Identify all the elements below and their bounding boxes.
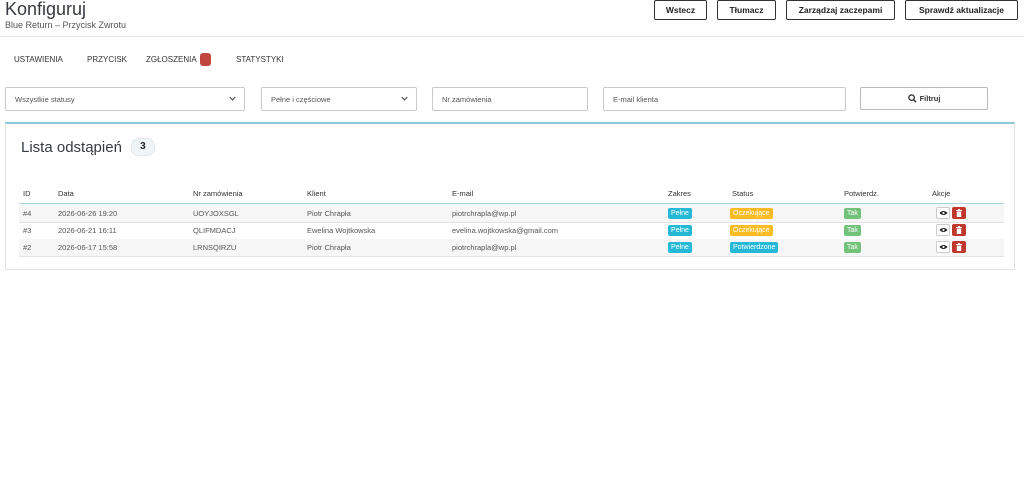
view-button[interactable] <box>936 224 950 236</box>
column-scope: Zakres <box>668 189 691 198</box>
status-select-value: Wszystkie statusy <box>15 94 75 104</box>
column-client: Klient <box>307 189 326 198</box>
column-confirmed: Potwierdz. <box>844 189 880 198</box>
trash-icon <box>956 226 962 234</box>
manage-hooks-button[interactable]: Zarządzaj zaczepami <box>786 0 895 20</box>
table-row: #4 2026-06-26 19:20 UOYJOXSGL Piotr Chra… <box>19 205 1004 223</box>
row-order: UOYJOXSGL <box>193 209 239 218</box>
search-icon <box>907 94 917 103</box>
scope-badge: Pełne <box>668 242 692 253</box>
column-status: Status <box>732 189 754 198</box>
status-badge: Potwierdzone <box>730 242 779 253</box>
confirmed-badge: Tak <box>844 242 861 253</box>
row-date: 2026-06-17 15:58 <box>58 243 118 252</box>
list-count-badge: 3 <box>130 138 155 156</box>
eye-icon <box>938 244 948 250</box>
filter-button-label: Filtruj <box>919 94 941 103</box>
scope-select-value: Pełne i częściowe <box>271 94 331 104</box>
delete-button[interactable] <box>952 207 966 219</box>
row-date: 2026-06-26 19:20 <box>58 209 118 218</box>
column-order: Nr zamówienia <box>193 189 243 198</box>
tab-settings[interactable]: USTAWIENIA <box>14 50 63 68</box>
scope-badge: Pełne <box>668 225 692 236</box>
tab-stats-label: STATYSTYKI <box>236 54 284 64</box>
scope-badge: Pełne <box>668 208 692 219</box>
view-button[interactable] <box>936 241 950 253</box>
confirmed-badge: Tak <box>844 225 861 236</box>
chevron-down-icon <box>401 96 408 101</box>
column-actions: Akcje <box>932 189 951 198</box>
tab-requests[interactable]: ZGŁOSZENIA <box>146 50 211 68</box>
eye-icon <box>938 210 948 216</box>
table-row: #3 2026-06-21 16:11 QLIFMDACJ Ewelina Wo… <box>19 222 1004 240</box>
row-id: #2 <box>23 243 32 252</box>
row-client: Ewelina Wojtkowska <box>307 226 376 235</box>
row-date: 2026-06-21 16:11 <box>58 226 117 235</box>
delete-button[interactable] <box>952 224 966 236</box>
page-title: Konfiguruj <box>5 0 87 19</box>
row-id: #3 <box>23 226 32 235</box>
row-order: LRNSQIRZU <box>193 243 237 252</box>
client-email-input[interactable]: E-mail klienta <box>603 87 846 111</box>
row-email: piotrchrapla@wp.pl <box>452 243 517 252</box>
column-date: Data <box>58 189 74 198</box>
withdrawals-panel: Lista odstąpień 3 ID Data Nr zamówienia … <box>5 122 1015 270</box>
row-client: Piotr Chrapła <box>307 209 351 218</box>
chevron-down-icon <box>229 96 236 101</box>
status-select[interactable]: Wszystkie statusy <box>5 87 245 111</box>
row-id: #4 <box>23 209 32 218</box>
filter-button[interactable]: Filtruj <box>860 87 988 110</box>
page-header: Konfiguruj Blue Return – Przycisk Zwrotu… <box>0 0 1024 37</box>
row-email: evelina.wojtkowska@gmail.com <box>452 226 558 235</box>
view-button[interactable] <box>936 207 950 219</box>
tab-button[interactable]: PRZYCISK <box>87 50 127 68</box>
row-email: piotrchrapla@wp.pl <box>452 209 517 218</box>
trash-icon <box>956 209 962 217</box>
back-button[interactable]: Wstecz <box>654 0 707 20</box>
row-client: Piotr Chrapła <box>307 243 351 252</box>
table-header-divider <box>19 203 1004 204</box>
check-updates-button[interactable]: Sprawdź aktualizacje <box>905 0 1018 20</box>
trash-icon <box>956 243 962 251</box>
eye-icon <box>938 227 948 233</box>
list-title-wrap: Lista odstąpień 3 <box>21 138 155 156</box>
tab-requests-badge <box>199 52 211 66</box>
tab-requests-label: ZGŁOSZENIA <box>146 54 197 64</box>
page-subtitle: Blue Return – Przycisk Zwrotu <box>5 20 127 30</box>
status-badge: Oczekujące <box>730 208 773 219</box>
order-number-input[interactable]: Nr zamówienia <box>432 87 588 111</box>
client-email-placeholder: E-mail klienta <box>613 94 659 104</box>
tab-settings-label: USTAWIENIA <box>14 54 63 64</box>
delete-button[interactable] <box>952 241 966 253</box>
tab-stats[interactable]: STATYSTYKI <box>236 50 284 68</box>
translate-button[interactable]: Tłumacz <box>717 0 776 20</box>
table-row: #2 2026-06-17 15:58 LRNSQIRZU Piotr Chra… <box>19 239 1004 257</box>
list-title: Lista odstąpień <box>21 138 122 156</box>
order-number-placeholder: Nr zamówienia <box>442 94 492 104</box>
column-email: E-mail <box>452 189 474 198</box>
column-id: ID <box>23 189 31 198</box>
status-badge: Oczekujące <box>730 225 773 236</box>
scope-select[interactable]: Pełne i częściowe <box>261 87 417 111</box>
confirmed-badge: Tak <box>844 208 861 219</box>
row-order: QLIFMDACJ <box>193 226 236 235</box>
tab-button-label: PRZYCISK <box>87 54 128 64</box>
